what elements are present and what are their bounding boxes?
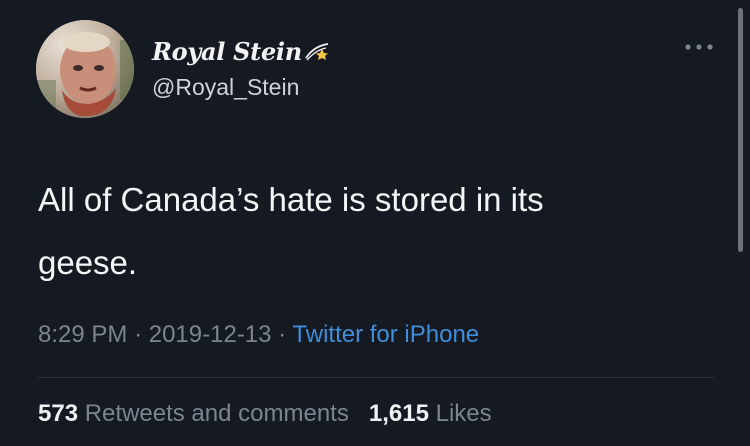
more-icon[interactable] [684, 42, 714, 52]
retweets-count: 573 [38, 400, 79, 427]
tweet-meta: 8:29 PM · 2019-12-13 · Twitter for iPhon… [38, 321, 479, 349]
tweet-card: Royal Stein @Royal_Stein All of Canada’s… [0, 0, 750, 446]
scrollbar[interactable] [738, 8, 743, 252]
tweet-text-line-2: geese. [38, 244, 138, 281]
meta-separator: · [278, 321, 293, 348]
shooting-star-icon [305, 43, 329, 61]
display-name[interactable]: Royal Stein [152, 37, 302, 66]
display-name-row[interactable]: Royal Stein [152, 36, 330, 66]
tweet-date: 2019-12-13 [148, 321, 272, 348]
likes-count: 1,615 [368, 400, 429, 427]
meta-separator: · [134, 321, 149, 348]
retweets-stat[interactable]: 573 Retweets and comments [38, 400, 356, 427]
divider [38, 377, 714, 378]
tweet-source-link[interactable]: Twitter for iPhone [292, 321, 479, 348]
likes-stat[interactable]: 1,615 Likes [356, 400, 492, 427]
tweet-text-line-1: All of Canada’s hate is stored in its [38, 181, 544, 218]
likes-label: Likes [435, 400, 492, 427]
avatar[interactable] [36, 20, 134, 118]
user-handle[interactable]: @Royal_Stein [152, 74, 299, 101]
tweet-text: All of Canada’s hate is stored in its ge… [38, 168, 678, 294]
avatar-image [36, 20, 134, 118]
tweet-stats: 573 Retweets and comments 1,615 Likes [38, 400, 492, 428]
retweets-label: Retweets and comments [84, 400, 349, 427]
tweet-time: 8:29 PM [38, 321, 128, 348]
